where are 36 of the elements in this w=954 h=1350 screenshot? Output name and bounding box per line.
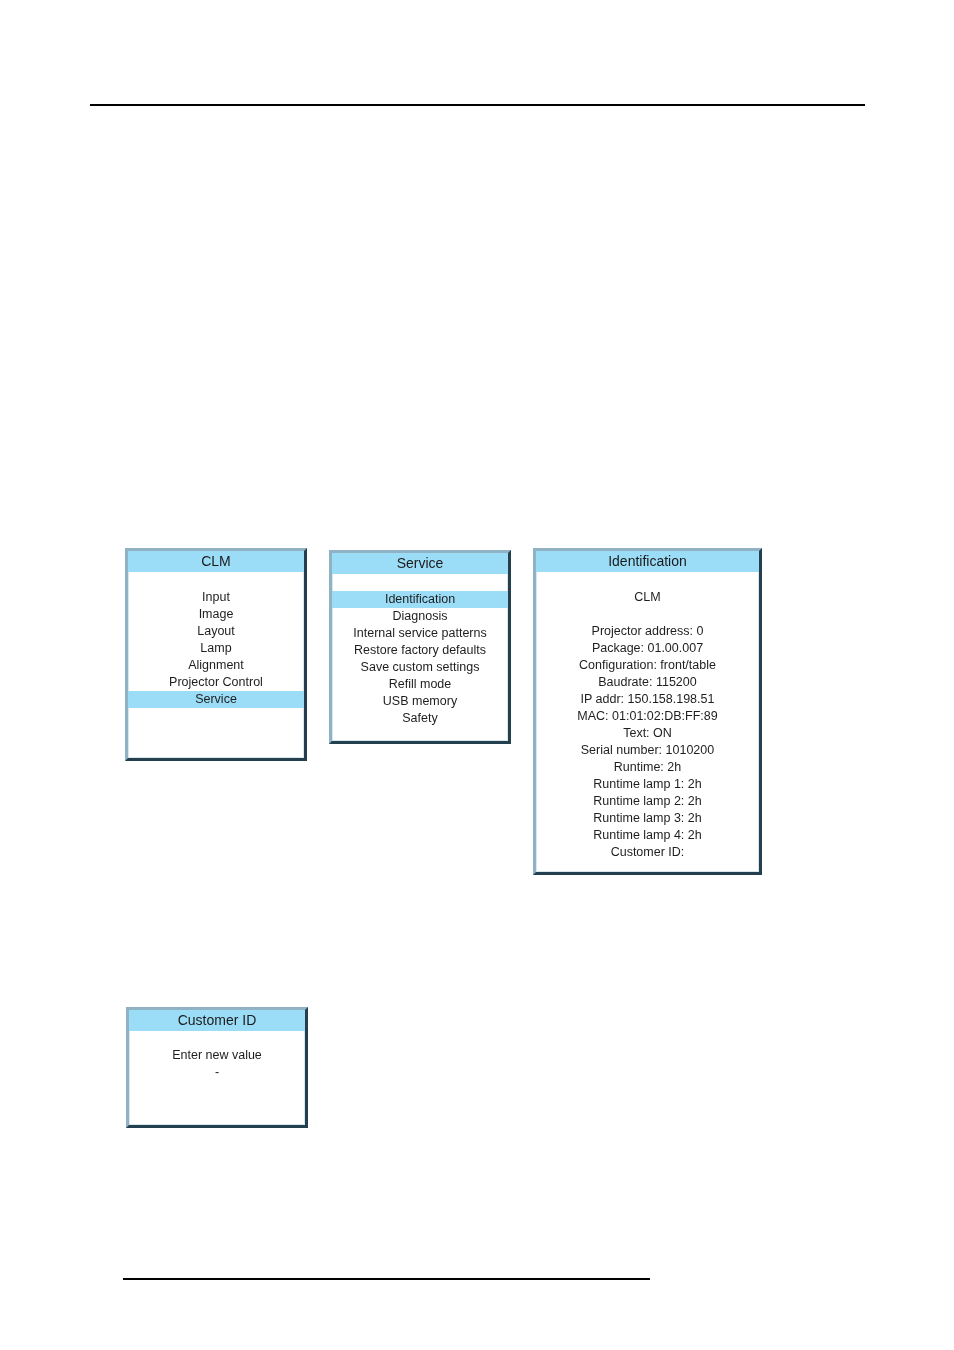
info-line: MAC: 01:01:02:DB:FF:89: [576, 708, 719, 725]
menu-title: Service: [332, 553, 508, 574]
info-line: Runtime: 2h: [612, 759, 683, 776]
device-name: CLM: [633, 589, 662, 606]
menu-item[interactable]: Projector Control: [128, 674, 304, 691]
menu-item[interactable]: Internal service patterns: [332, 625, 508, 642]
info-line: Runtime lamp 4: 2h: [592, 827, 703, 844]
menu-item[interactable]: Identification: [332, 591, 508, 608]
info-line: Baudrate: 115200: [597, 674, 698, 691]
info-line: IP addr: 150.158.198.51: [579, 691, 716, 708]
menu-item[interactable]: Service: [128, 691, 304, 708]
menu-item[interactable]: Diagnosis: [332, 608, 508, 625]
prompt-text: Enter new value: [171, 1047, 263, 1064]
info-line: Configuration: front/table: [578, 657, 717, 674]
info-line: Projector address: 0: [590, 623, 705, 640]
menu-item[interactable]: Alignment: [128, 657, 304, 674]
info-line: Package: 01.00.007: [590, 640, 705, 657]
menu-item[interactable]: Refill mode: [332, 676, 508, 693]
value-field[interactable]: -: [212, 1064, 222, 1081]
info-line: Serial number: 1010200: [579, 742, 716, 759]
menu-item[interactable]: Lamp: [128, 640, 304, 657]
menu-item[interactable]: USB memory: [332, 693, 508, 710]
panel-title: Identification: [536, 551, 759, 572]
menu-title: CLM: [128, 551, 304, 572]
info-line: Runtime lamp 3: 2h: [592, 810, 703, 827]
menu-item[interactable]: Input: [128, 589, 304, 606]
info-line: Runtime lamp 2: 2h: [592, 793, 703, 810]
info-line: Runtime lamp 1: 2h: [592, 776, 703, 793]
menu-item[interactable]: Safety: [332, 710, 508, 727]
menu-item[interactable]: Restore factory defaults: [332, 642, 508, 659]
dialog-title: Customer ID: [129, 1010, 305, 1031]
menu-item[interactable]: Layout: [128, 623, 304, 640]
menu-item[interactable]: Image: [128, 606, 304, 623]
menu-item[interactable]: Save custom settings: [332, 659, 508, 676]
info-line: Customer ID:: [609, 844, 686, 861]
info-line: Text: ON: [622, 725, 673, 742]
